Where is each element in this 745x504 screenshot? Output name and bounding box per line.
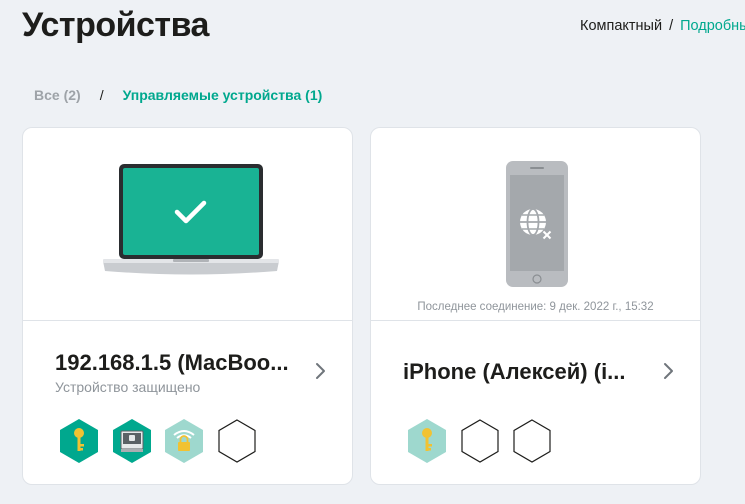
device-status: Устройство защищено xyxy=(55,379,201,395)
filter-managed[interactable]: Управляемые устройства (1) xyxy=(123,87,323,103)
empty-hexagon-icon[interactable] xyxy=(509,417,555,465)
view-switch-separator: / xyxy=(669,18,674,34)
device-card-iphone[interactable]: Последнее соединение: 9 дек. 2022 г., 15… xyxy=(370,127,701,485)
card-divider xyxy=(23,320,352,321)
last-connection-text: Последнее соединение: 9 дек. 2022 г., 15… xyxy=(417,301,654,313)
card-divider xyxy=(371,320,700,321)
drive-icon[interactable] xyxy=(109,417,155,465)
view-compact-link[interactable]: Компактный xyxy=(580,18,662,34)
laptop-protected-image xyxy=(103,164,279,275)
chevron-right-icon[interactable] xyxy=(313,361,329,381)
view-detailed-link[interactable]: Подробны xyxy=(680,18,745,34)
filter-all[interactable]: Все (2) xyxy=(34,87,81,103)
filter-separator: / xyxy=(99,87,104,103)
page-title: Устройства xyxy=(22,6,209,44)
view-switch: Компактный / Подробны xyxy=(580,18,745,34)
phone-disconnected-image xyxy=(506,161,568,287)
device-name[interactable]: iPhone (Алексей) (i... xyxy=(403,359,653,385)
device-card-macbook[interactable]: 192.168.1.5 (MacBoo... Устройство защище… xyxy=(22,127,353,485)
key-icon[interactable] xyxy=(56,417,102,465)
empty-hexagon-icon[interactable] xyxy=(457,417,503,465)
device-filters: Все (2) / Управляемые устройства (1) xyxy=(34,87,322,103)
key-icon[interactable] xyxy=(404,417,450,465)
wifi-lock-icon[interactable] xyxy=(161,417,207,465)
device-name[interactable]: 192.168.1.5 (MacBoo... xyxy=(55,350,305,376)
empty-hexagon-icon[interactable] xyxy=(214,417,260,465)
chevron-right-icon[interactable] xyxy=(661,361,677,381)
